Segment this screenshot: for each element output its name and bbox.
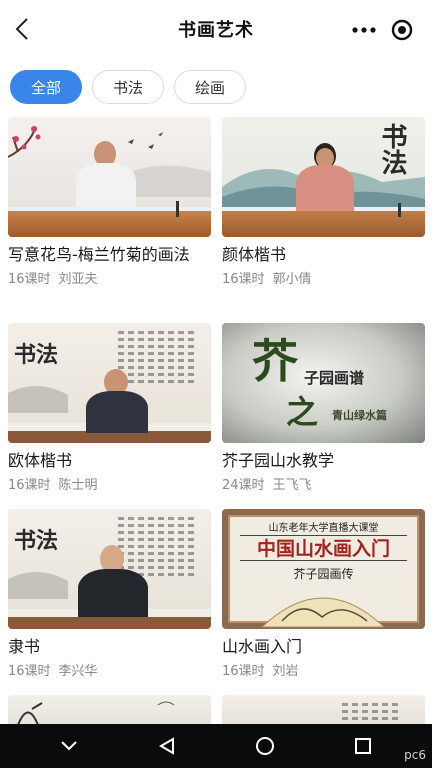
close-button[interactable] — [388, 16, 416, 44]
tab-painting[interactable]: 绘画 — [174, 70, 247, 104]
back-button[interactable] — [8, 14, 36, 44]
lesson-count: 16课时 — [222, 272, 265, 287]
circle-home-icon — [256, 737, 274, 755]
nav-recents-button[interactable] — [343, 726, 383, 766]
teacher-name: 王飞飞 — [272, 478, 312, 493]
lesson-count: 16课时 — [222, 664, 265, 679]
target-circle-icon — [391, 19, 413, 41]
teacher-name: 陈士明 — [58, 478, 98, 493]
course-title: 写意花鸟-梅兰竹菊的画法 — [8, 245, 190, 264]
lesson-count: 16课时 — [8, 664, 51, 679]
course-meta: 16课时 郭小倩 — [222, 268, 425, 287]
nav-collapse-button[interactable] — [49, 726, 89, 766]
course-card[interactable]: 书法 颜体楷书 16课时 郭小倩 — [222, 117, 425, 287]
more-button[interactable] — [350, 16, 378, 44]
lesson-count: 24课时 — [222, 478, 265, 493]
course-meta: 16课时 刘岩 — [222, 660, 425, 679]
teacher-name: 李兴华 — [58, 664, 98, 679]
lesson-count: 16课时 — [8, 478, 51, 493]
page-title: 书画艺术 — [178, 20, 254, 41]
teacher-name: 刘亚夫 — [58, 272, 98, 287]
course-title: 山水画入门 — [222, 637, 303, 656]
header-bar: 书画艺术 — [0, 0, 432, 58]
chevron-down-icon — [61, 741, 77, 751]
tab-all[interactable]: 全部 — [10, 70, 83, 104]
course-card[interactable]: 书法 隶书 16课时 李兴华 — [8, 509, 211, 679]
course-thumbnail[interactable]: 芥 子园画谱 之 青山绿水篇 — [222, 323, 425, 443]
course-title: 颜体楷书 — [222, 245, 287, 264]
course-card[interactable]: 芥 子园画谱 之 青山绿水篇 芥子园山水教学 24课时 王飞飞 — [222, 323, 425, 493]
triangle-back-icon — [159, 737, 174, 755]
jieziyuan-zhi: 之 — [286, 393, 319, 431]
course-thumbnail[interactable]: 山东老年大学直播大课堂 中国山水画入门 芥子园画传 — [222, 509, 425, 629]
course-title: 芥子园山水教学 — [222, 451, 335, 470]
jieziyuan-subtitle: 子园画谱 — [304, 369, 365, 387]
teacher-name: 郭小倩 — [272, 272, 312, 287]
landscape-fan-decoration — [260, 597, 386, 628]
more-dots-icon — [352, 27, 376, 33]
course-thumbnail[interactable]: 书法 — [8, 509, 211, 629]
course-title: 隶书 — [8, 637, 41, 656]
tab-calligraphy[interactable]: 书法 — [92, 70, 165, 104]
teacher-name: 刘岩 — [272, 664, 299, 679]
course-card[interactable]: 书法 欧体楷书 16课时 陈士明 — [8, 323, 211, 493]
nav-back-button[interactable] — [147, 726, 187, 766]
course-thumbnail[interactable]: 书法 — [222, 117, 425, 237]
course-meta: 24课时 王飞飞 — [222, 474, 425, 493]
watermark-logo: pc6 — [404, 748, 426, 762]
course-card[interactable]: 写意花鸟-梅兰竹菊的画法 16课时 刘亚夫 — [8, 117, 211, 287]
lesson-count: 16课时 — [8, 272, 51, 287]
nav-home-button[interactable] — [245, 726, 285, 766]
square-recents-icon — [355, 738, 371, 754]
jieziyuan-tail: 青山绿水篇 — [332, 409, 387, 422]
chevron-left-icon — [15, 18, 28, 40]
mini-program-capsule — [342, 14, 424, 46]
course-card-partial[interactable] — [8, 695, 211, 727]
jieziyuan-main-char: 芥 — [252, 334, 298, 388]
course-title: 欧体楷书 — [8, 451, 73, 470]
category-tabs: 全部 书法 绘画 — [10, 70, 247, 104]
course-card-partial[interactable] — [222, 695, 425, 727]
course-meta: 16课时 刘亚夫 — [8, 268, 211, 287]
course-meta: 16课时 陈士明 — [8, 474, 211, 493]
course-thumbnail[interactable] — [8, 117, 211, 237]
system-navigation-bar: pc6 — [0, 724, 432, 768]
course-thumbnail[interactable]: 书法 — [8, 323, 211, 443]
calligraphy-title-art: 书法 — [377, 123, 407, 175]
course-card[interactable]: 山东老年大学直播大课堂 中国山水画入门 芥子园画传 山水画入门 16课时 刘岩 — [222, 509, 425, 679]
course-meta: 16课时 李兴华 — [8, 660, 211, 679]
